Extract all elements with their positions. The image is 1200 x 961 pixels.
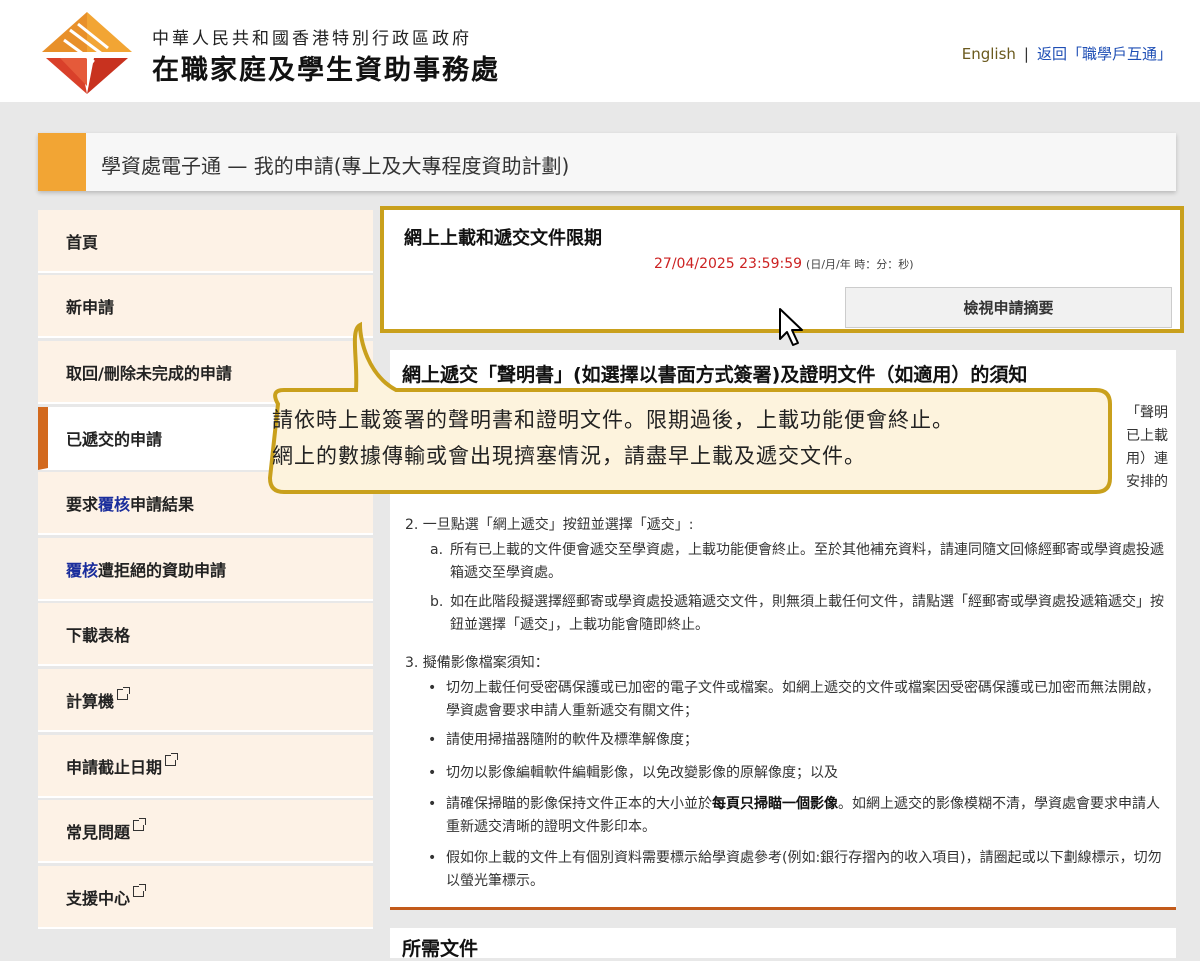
back-link[interactable]: 返回「職學戶互通」 [1037,45,1172,63]
external-link-icon [165,753,179,766]
sidebar-item-label-hl: 覆核 [98,494,131,514]
partial-line: 已上載 [1126,428,1168,444]
sidebar-item-label-pre: 要求 [66,494,99,514]
mouse-pointer-icon [779,308,803,346]
partial-line: 安排的 [1126,474,1168,490]
deadline-date: 27/04/2025 23:59:59 (日/月/年 時：分：秒) [654,256,914,272]
section-title: 所需文件 [402,938,479,960]
top-header: 中華人民共和國香港特別行政區政府 在職家庭及學生資助事務處 English | 返回… [0,0,1200,102]
bullet-text: 請確保掃瞄的影像保持文件正本的大小並於 [446,796,712,812]
sidebar-item-faq[interactable]: 常見問題 [38,800,373,863]
sidebar-item-label-post: 申請結果 [130,494,195,514]
sidebar-item-label: 已遞交的申請 [66,429,163,449]
point-2b-label: b. [430,594,444,610]
sidebar-item-label: 首頁 [66,232,99,252]
page-title: 學資處電子通 — 我的申請(專上及大專程度資助計劃) [101,154,570,178]
view-summary-button[interactable]: 檢視申請摘要 [845,287,1172,328]
bullet-item: 請確保掃瞄的影像保持文件正本的大小並於每頁只掃瞄一個影像。如網上遞交的影像模糊不… [428,793,1166,839]
partial-line: 「聲明 [1126,405,1168,421]
notice-heading: 網上遞交「聲明書」(如選擇以書面方式簽署)及證明文件（如適用）的須知 [402,364,1028,386]
sidebar-item-retrieve-delete[interactable]: 取回/刪除未完成的申請 [38,341,373,404]
sidebar-item-calculator[interactable]: 計算機 [38,669,373,732]
sidebar-item-label: 支援中心 [66,888,131,908]
bullet-item: 切勿以影像編輯軟件編輯影像，以免改變影像的原解像度；以及 [428,762,1166,785]
callout-line: 請依時上載簽署的聲明書和證明文件。限期過後，上載功能便會終止。 [272,408,954,432]
sidebar-item-review-result[interactable]: 要求 覆核 申請結果 [38,472,373,535]
top-links: English | 返回「職學戶互通」 [962,43,1172,64]
sidebar-item-label: 新申請 [66,297,115,317]
deadline-datetime: 27/04/2025 23:59:59 [654,256,803,272]
callout-text: 請依時上載簽署的聲明書和證明文件。限期過後，上載功能便會終止。 網上的數據傳輸或… [272,402,1112,474]
external-link-icon [133,818,147,831]
callout-line: 網上的數據傳輸或會出現擠塞情況，請盡早上載及遞交文件。 [272,444,866,468]
partial-text-right: 「聲明 已上載 用）連 安排的 [1108,402,1168,494]
bullet-item: 切勿上載任何受密碼保護或已加密的電子文件或檔案。如網上遞交的文件或檔案因受密碼保… [428,677,1166,723]
sidebar-item-label-post: 遭拒絕的資助申請 [98,560,227,580]
sidebar-item-label: 常見問題 [66,822,131,842]
sidebar-nav: 首頁 新申請 取回/刪除未完成的申請 已遞交的申請 要求 覆核 申請結果 覆核 遭拒絕… [38,210,373,950]
external-link-icon [117,687,131,700]
sidebar-item-new-application[interactable]: 新申請 [38,275,373,338]
wfsfaa-logo[interactable] [40,10,134,96]
external-link-icon [133,884,147,897]
sidebar-item-label: 計算機 [66,691,115,711]
point-2a-label: a. [430,542,444,558]
gov-name: 中華人民共和國香港特別行政區政府 [152,29,472,49]
english-link[interactable]: English [962,45,1016,63]
point-3: 3. 擬備影像檔案須知： [405,655,549,671]
sidebar-item-download-forms[interactable]: 下載表格 [38,603,373,666]
partial-line: 用）連 [1126,451,1168,467]
sidebar-item-deadlines[interactable]: 申請截止日期 [38,735,373,798]
agency-name: 在職家庭及學生資助事務處 [152,55,500,86]
page-title-bar: 學資處電子通 — 我的申請(專上及大專程度資助計劃) [38,133,1176,191]
point-2a-text: 所有已上載的文件便會遞交至學資處，上載功能便會終止。至於其他補充資料，請連同隨文… [450,542,1164,581]
bullet-item: 請使用掃描器隨附的軟件及標準解像度； [428,729,1166,752]
sidebar-item-support[interactable]: 支援中心 [38,866,373,929]
bullet-item: 假如你上載的文件上有個別資料需要標示給學資處參考(例如:銀行存摺內的收入項目)，… [428,847,1166,893]
sidebar-item-label: 申請截止日期 [66,757,163,777]
sidebar-item-label-hl: 覆核 [66,560,99,580]
title-accent [38,133,86,191]
link-separator: | [1023,45,1029,63]
required-documents-section: 所需文件 [390,928,1176,960]
deadline-title: 網上上載和遞交文件限期 [404,228,602,249]
point-2b: b. 如在此階段擬選擇經郵寄或學資處投遞箱遞交文件，則無須上載任何文件，請點選「經… [430,591,1165,637]
deadline-format: (日/月/年 時：分：秒) [806,258,914,271]
sidebar-item-review-rejected[interactable]: 覆核 遭拒絕的資助申請 [38,538,373,601]
bullet-bold-text: 每頁只掃瞄一個影像 [712,796,838,812]
point-2b-text: 如在此階段擬選擇經郵寄或學資處投遞箱遞交文件，則無須上載任何文件，請點選「經郵寄… [450,594,1164,633]
sidebar-item-home[interactable]: 首頁 [38,210,373,273]
point-2a: a. 所有已上載的文件便會遞交至學資處，上載功能便會終止。至於其他補充資料，請連同… [430,539,1165,585]
sidebar-item-label: 取回/刪除未完成的申請 [66,363,232,383]
point-2: 2. 一旦點選「網上遞交」按鈕並選擇「遞交」: [405,517,694,533]
sidebar-item-label: 下載表格 [66,625,131,645]
